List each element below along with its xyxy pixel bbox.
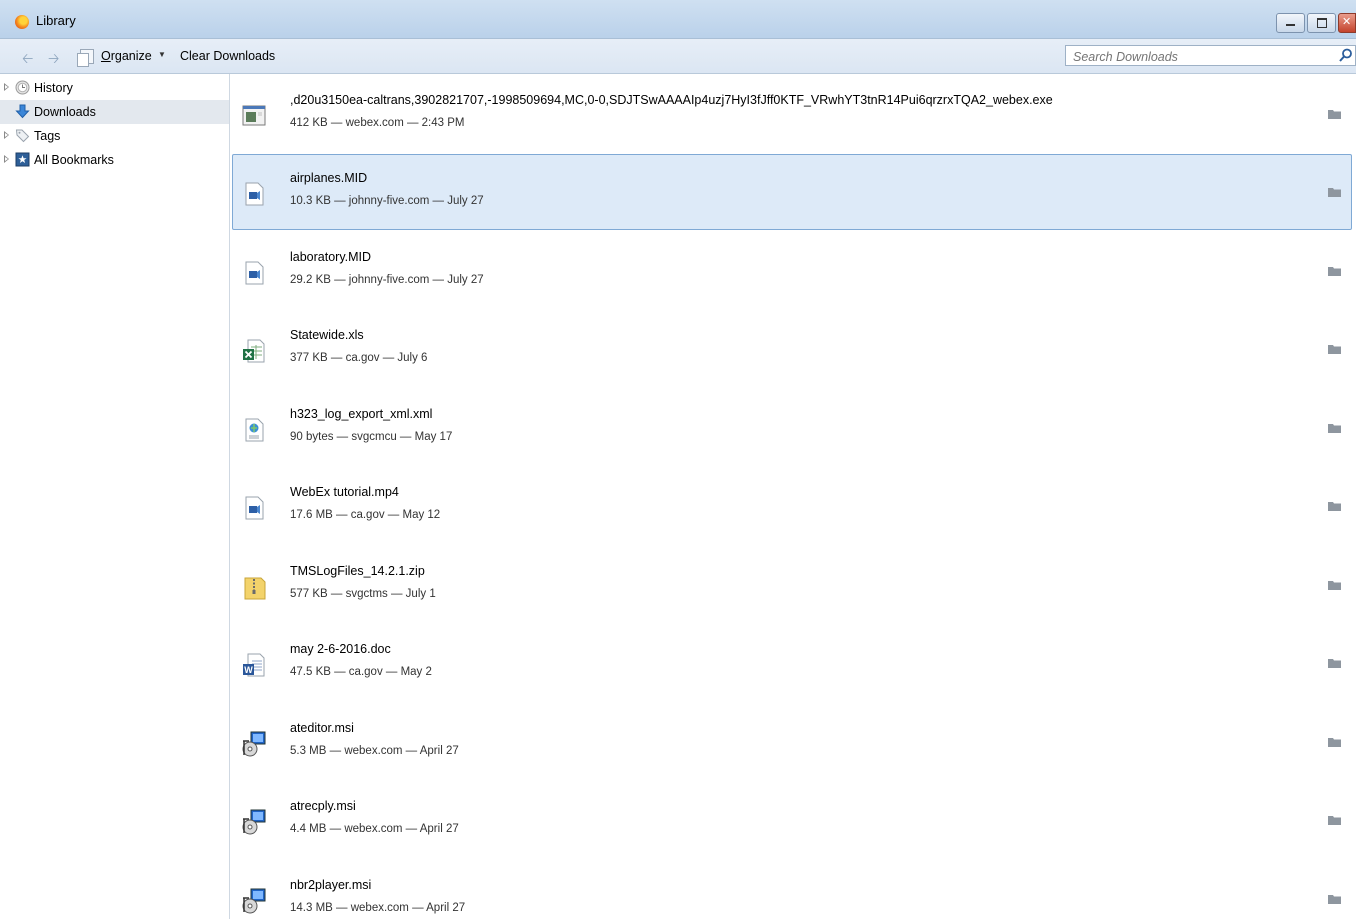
downloads-list: ,d20u3150ea-caltrans,3902821707,-1998509… [230,74,1356,919]
folder-icon[interactable] [1328,109,1341,119]
bookmarks-star-icon [15,152,30,167]
download-details: 4.4 MB — webex.com — April 27 [290,823,459,835]
download-details: 377 KB — ca.gov — July 6 [290,352,428,364]
download-details: 577 KB — svgctms — July 1 [290,588,436,600]
download-details: 5.3 MB — webex.com — April 27 [290,745,459,757]
title-bar[interactable]: Library ✕ [0,0,1356,39]
installer-file-icon [242,731,266,757]
list-item[interactable]: Statewide.xls 377 KB — ca.gov — July 6 [232,311,1352,387]
window-title: Library [36,13,76,28]
folder-icon[interactable] [1328,894,1341,904]
zip-folder-icon [244,577,266,600]
installer-file-icon [242,809,266,835]
download-name: airplanes.MID [290,171,368,185]
sidebar-item-label: History [34,81,73,95]
expand-twisty-icon[interactable] [4,83,9,91]
toolbar: 🡠 🡢 Organize ▼ Clear Downloads [0,39,1356,74]
chevron-down-icon[interactable]: ▼ [158,50,166,59]
media-file-icon [245,182,264,206]
download-details: 10.3 KB — johnny-five.com — July 27 [290,195,484,207]
download-details: 29.2 KB — johnny-five.com — July 27 [290,274,484,286]
minimize-icon [1286,24,1295,26]
download-name: may 2-6-2016.doc [290,642,391,656]
svg-text:W: W [244,665,253,675]
download-arrow-icon [15,104,30,119]
download-details: 412 KB — webex.com — 2:43 PM [290,117,465,129]
folder-icon[interactable] [1328,658,1341,668]
download-details: 90 bytes — svgcmcu — May 17 [290,431,453,443]
list-item[interactable]: laboratory.MID 29.2 KB — johnny-five.com… [232,233,1352,309]
forward-arrow-icon[interactable]: 🡢 [48,48,59,72]
list-item[interactable]: ateditor.msi 5.3 MB — webex.com — April … [232,704,1352,780]
tag-icon [15,129,30,143]
folder-icon[interactable] [1328,187,1341,197]
expand-twisty-icon[interactable] [4,131,9,139]
clear-downloads-button[interactable]: Clear Downloads [180,49,275,63]
folder-icon[interactable] [1328,737,1341,747]
download-details: 47.5 KB — ca.gov — May 2 [290,666,432,678]
organize-button[interactable]: Organize [101,49,152,63]
folder-icon[interactable] [1328,815,1341,825]
list-item[interactable]: atrecply.msi 4.4 MB — webex.com — April … [232,782,1352,858]
history-clock-icon [15,80,30,95]
search-box[interactable] [1065,45,1356,66]
list-item[interactable]: ,d20u3150ea-caltrans,3902821707,-1998509… [232,76,1352,152]
folder-icon[interactable] [1328,266,1341,276]
installer-file-icon [242,888,266,914]
download-name: Statewide.xls [290,328,364,342]
sidebar-item-downloads[interactable]: Downloads [0,100,229,124]
list-item[interactable]: WebEx tutorial.mp4 17.6 MB — ca.gov — Ma… [232,468,1352,544]
folder-icon[interactable] [1328,501,1341,511]
download-details: 14.3 MB — webex.com — April 27 [290,902,466,914]
download-name: ateditor.msi [290,721,354,735]
firefox-logo-icon [15,15,29,29]
search-input[interactable] [1071,47,1335,66]
download-name: atrecply.msi [290,799,356,813]
sidebar-item-tags[interactable]: Tags [0,124,229,148]
maximize-icon [1317,18,1327,28]
download-name: h323_log_export_xml.xml [290,407,433,421]
list-item[interactable]: nbr2player.msi 14.3 MB — webex.com — Apr… [232,861,1352,919]
sidebar-item-label: All Bookmarks [34,153,114,167]
exe-file-icon [242,105,266,126]
maximize-button[interactable] [1307,13,1336,33]
close-button[interactable]: ✕ [1338,13,1356,33]
window-controls: ✕ [1276,13,1356,33]
sidebar-item-label: Downloads [34,105,96,119]
word-file-icon: W [243,653,265,677]
download-name: TMSLogFiles_14.2.1.zip [290,564,425,578]
list-item[interactable]: airplanes.MID 10.3 KB — johnny-five.com … [232,154,1352,230]
media-file-icon [245,261,264,285]
minimize-button[interactable] [1276,13,1305,33]
sidebar-item-all-bookmarks[interactable]: All Bookmarks [0,148,229,172]
close-icon: ✕ [1342,16,1352,28]
organize-icon [77,49,94,67]
media-file-icon [245,496,264,520]
download-name: ,d20u3150ea-caltrans,3902821707,-1998509… [290,93,1053,107]
download-name: laboratory.MID [290,250,372,264]
download-name: WebEx tutorial.mp4 [290,485,399,499]
folder-icon[interactable] [1328,423,1341,433]
list-item[interactable]: TMSLogFiles_14.2.1.zip 577 KB — svgctms … [232,547,1352,623]
list-item[interactable]: W may 2-6-2016.doc 47.5 KB — ca.gov — Ma… [232,625,1352,701]
list-item[interactable]: h323_log_export_xml.xml 90 bytes — svgcm… [232,390,1352,466]
sidebar-item-history[interactable]: History [0,76,229,100]
sidebar: History Downloads Tags All Bookmarks [0,74,230,919]
download-name: nbr2player.msi [290,878,372,892]
folder-icon[interactable] [1328,580,1341,590]
expand-twisty-icon[interactable] [4,155,9,163]
back-arrow-icon[interactable]: 🡠 [22,48,33,72]
sidebar-item-label: Tags [34,129,61,143]
xml-file-icon [245,418,264,442]
download-details: 17.6 MB — ca.gov — May 12 [290,509,441,521]
search-icon[interactable] [1339,48,1353,62]
excel-file-icon [243,339,265,363]
folder-icon[interactable] [1328,344,1341,354]
